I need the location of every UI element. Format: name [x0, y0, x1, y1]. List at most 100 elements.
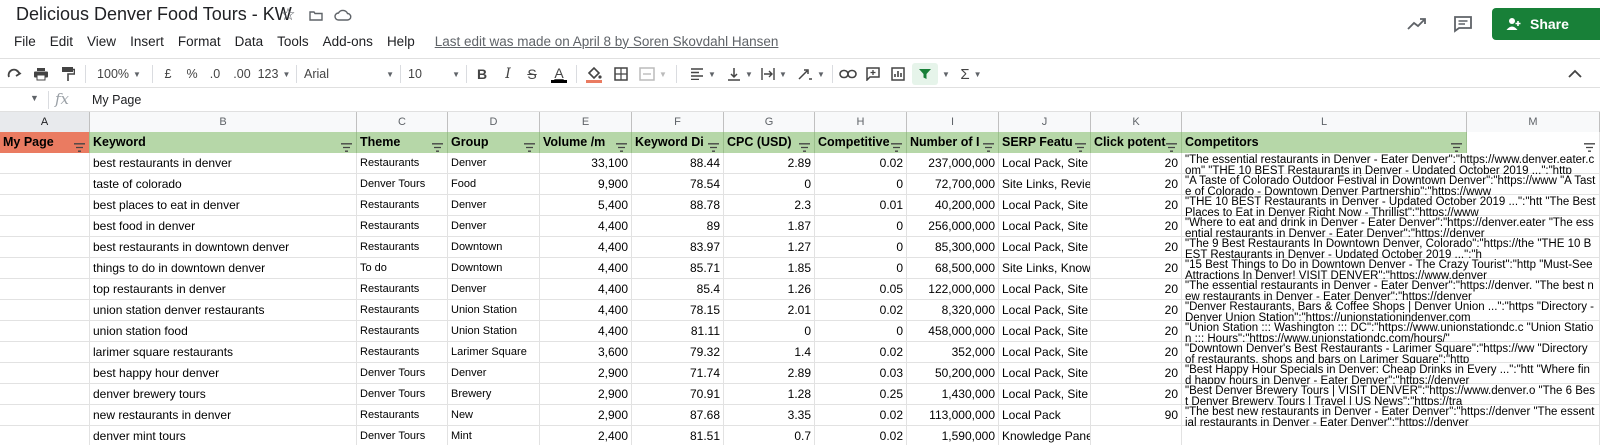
- text-wrapping-icon[interactable]: ▼: [760, 63, 788, 85]
- cell-e[interactable]: 4,400: [540, 321, 632, 342]
- cell-k[interactable]: 20: [1091, 174, 1182, 195]
- column-header-h[interactable]: H: [815, 112, 907, 132]
- cell-k[interactable]: 90: [1091, 405, 1182, 426]
- cell-k[interactable]: 20: [1091, 153, 1182, 174]
- cell-f[interactable]: 85.71: [632, 258, 724, 279]
- fill-color-button[interactable]: [584, 63, 604, 85]
- cell-c[interactable]: Restaurants: [357, 216, 448, 237]
- cell-k[interactable]: 20: [1091, 363, 1182, 384]
- cell-g[interactable]: 0: [724, 321, 815, 342]
- cell-b[interactable]: top restaurants in denver: [90, 279, 357, 300]
- cell-k[interactable]: 20: [1091, 384, 1182, 405]
- menu-format[interactable]: Format: [178, 34, 221, 49]
- cell-g[interactable]: 1.87: [724, 216, 815, 237]
- cell-e[interactable]: 9,900: [540, 174, 632, 195]
- cell-a[interactable]: [0, 426, 90, 445]
- text-color-button[interactable]: A: [550, 63, 568, 85]
- header-cell-k[interactable]: Click potent: [1091, 132, 1182, 153]
- cell-b[interactable]: best places to eat in denver: [90, 195, 357, 216]
- cell-c[interactable]: Restaurants: [357, 195, 448, 216]
- cell-b[interactable]: union station food: [90, 321, 357, 342]
- cell-i[interactable]: 50,200,000: [907, 363, 999, 384]
- star-icon[interactable]: ☆: [278, 5, 298, 25]
- menu-insert[interactable]: Insert: [130, 34, 164, 49]
- cell-k[interactable]: 20: [1091, 237, 1182, 258]
- column-filter-icon[interactable]: [1075, 138, 1086, 152]
- cell-i[interactable]: 122,000,000: [907, 279, 999, 300]
- cell-e[interactable]: 2,900: [540, 363, 632, 384]
- cell-c[interactable]: Denver Tours: [357, 174, 448, 195]
- horizontal-align-icon[interactable]: ▼: [688, 63, 718, 85]
- cell-f[interactable]: 88.78: [632, 195, 724, 216]
- cell-c[interactable]: Restaurants: [357, 153, 448, 174]
- decrease-decimals-button[interactable]: .0: [206, 63, 224, 85]
- cell-b[interactable]: larimer square restaurants: [90, 342, 357, 363]
- header-cell-c[interactable]: Theme: [357, 132, 448, 153]
- cell-f[interactable]: 87.68: [632, 405, 724, 426]
- cell-a[interactable]: [0, 279, 90, 300]
- cell-g[interactable]: 1.28: [724, 384, 815, 405]
- cell-e[interactable]: 4,400: [540, 216, 632, 237]
- cell-e[interactable]: 5,400: [540, 195, 632, 216]
- cell-e[interactable]: 2,900: [540, 384, 632, 405]
- cell-i[interactable]: 40,200,000: [907, 195, 999, 216]
- cell-l[interactable]: "Union Station ::: Washington ::: DC":"h…: [1182, 321, 1600, 342]
- collapse-menu-icon[interactable]: [1560, 63, 1590, 85]
- menu-tools[interactable]: Tools: [277, 34, 309, 49]
- cell-e[interactable]: 2,400: [540, 426, 632, 445]
- cell-g[interactable]: 2.89: [724, 363, 815, 384]
- menu-file[interactable]: File: [14, 34, 36, 49]
- document-title[interactable]: Delicious Denver Food Tours - KW: [16, 4, 292, 25]
- cell-d[interactable]: Food: [448, 174, 540, 195]
- cell-k[interactable]: [1091, 426, 1182, 445]
- cell-g[interactable]: 2.89: [724, 153, 815, 174]
- cell-l[interactable]: "A Taste of Colorado Outdoor Festival in…: [1182, 174, 1600, 195]
- header-cell-j[interactable]: SERP Featu: [999, 132, 1091, 153]
- cell-l[interactable]: "Where to eat and drink in Denver - Eate…: [1182, 216, 1600, 237]
- cell-j[interactable]: Local Pack, Site: [999, 321, 1091, 342]
- cell-h[interactable]: 0.02: [815, 153, 907, 174]
- cell-l[interactable]: "Best Happy Hour Specials in Denver: Che…: [1182, 363, 1600, 384]
- column-filter-icon[interactable]: [891, 138, 902, 152]
- zoom-select[interactable]: 100% ▼: [93, 63, 145, 85]
- cell-k[interactable]: 20: [1091, 258, 1182, 279]
- cell-l[interactable]: "THE 10 BEST Restaurants in Denver - Upd…: [1182, 195, 1600, 216]
- cell-e[interactable]: 4,400: [540, 300, 632, 321]
- column-filter-icon[interactable]: [616, 138, 627, 152]
- cell-f[interactable]: 88.44: [632, 153, 724, 174]
- column-header-l[interactable]: L: [1182, 112, 1467, 132]
- cell-a[interactable]: [0, 195, 90, 216]
- cell-d[interactable]: Denver: [448, 153, 540, 174]
- font-size-select[interactable]: 10 ▼: [408, 63, 460, 85]
- cell-l[interactable]: "The 9 Best Restaurants In Downtown Denv…: [1182, 237, 1600, 258]
- cell-l[interactable]: "The best new restaurants in Denver - Ea…: [1182, 405, 1600, 426]
- cell-d[interactable]: Denver: [448, 195, 540, 216]
- cell-h[interactable]: 0: [815, 237, 907, 258]
- cell-b[interactable]: denver mint tours: [90, 426, 357, 445]
- cell-b[interactable]: things to do in downtown denver: [90, 258, 357, 279]
- header-cell-a[interactable]: My Page: [0, 132, 90, 153]
- cell-i[interactable]: 8,320,000: [907, 300, 999, 321]
- cell-i[interactable]: 85,300,000: [907, 237, 999, 258]
- cell-h[interactable]: 0.02: [815, 300, 907, 321]
- cell-d[interactable]: Union Station: [448, 321, 540, 342]
- cell-k[interactable]: 20: [1091, 195, 1182, 216]
- header-cell-d[interactable]: Group: [448, 132, 540, 153]
- cell-a[interactable]: [0, 153, 90, 174]
- cell-i[interactable]: 1,430,000: [907, 384, 999, 405]
- cell-i[interactable]: 72,700,000: [907, 174, 999, 195]
- cell-k[interactable]: 20: [1091, 279, 1182, 300]
- cell-b[interactable]: best food in denver: [90, 216, 357, 237]
- cell-b[interactable]: taste of colorado: [90, 174, 357, 195]
- percent-format-button[interactable]: %: [184, 63, 200, 85]
- cell-k[interactable]: 20: [1091, 342, 1182, 363]
- increase-decimals-button[interactable]: .00: [230, 63, 254, 85]
- cloud-saved-icon[interactable]: [333, 5, 353, 25]
- cell-k[interactable]: 20: [1091, 216, 1182, 237]
- cell-l[interactable]: [1182, 426, 1600, 445]
- spreadsheet-grid[interactable]: ABCDEFGHIJKLM My Page Keyword Theme Group Vo…: [0, 112, 1600, 445]
- cell-j[interactable]: Knowledge Panel, Top Stories, Reviews: [999, 426, 1091, 445]
- cell-e[interactable]: 4,400: [540, 237, 632, 258]
- cell-l[interactable]: "Denver Restaurants, Bars & Coffee Shops…: [1182, 300, 1600, 321]
- move-to-folder-icon[interactable]: [306, 5, 326, 25]
